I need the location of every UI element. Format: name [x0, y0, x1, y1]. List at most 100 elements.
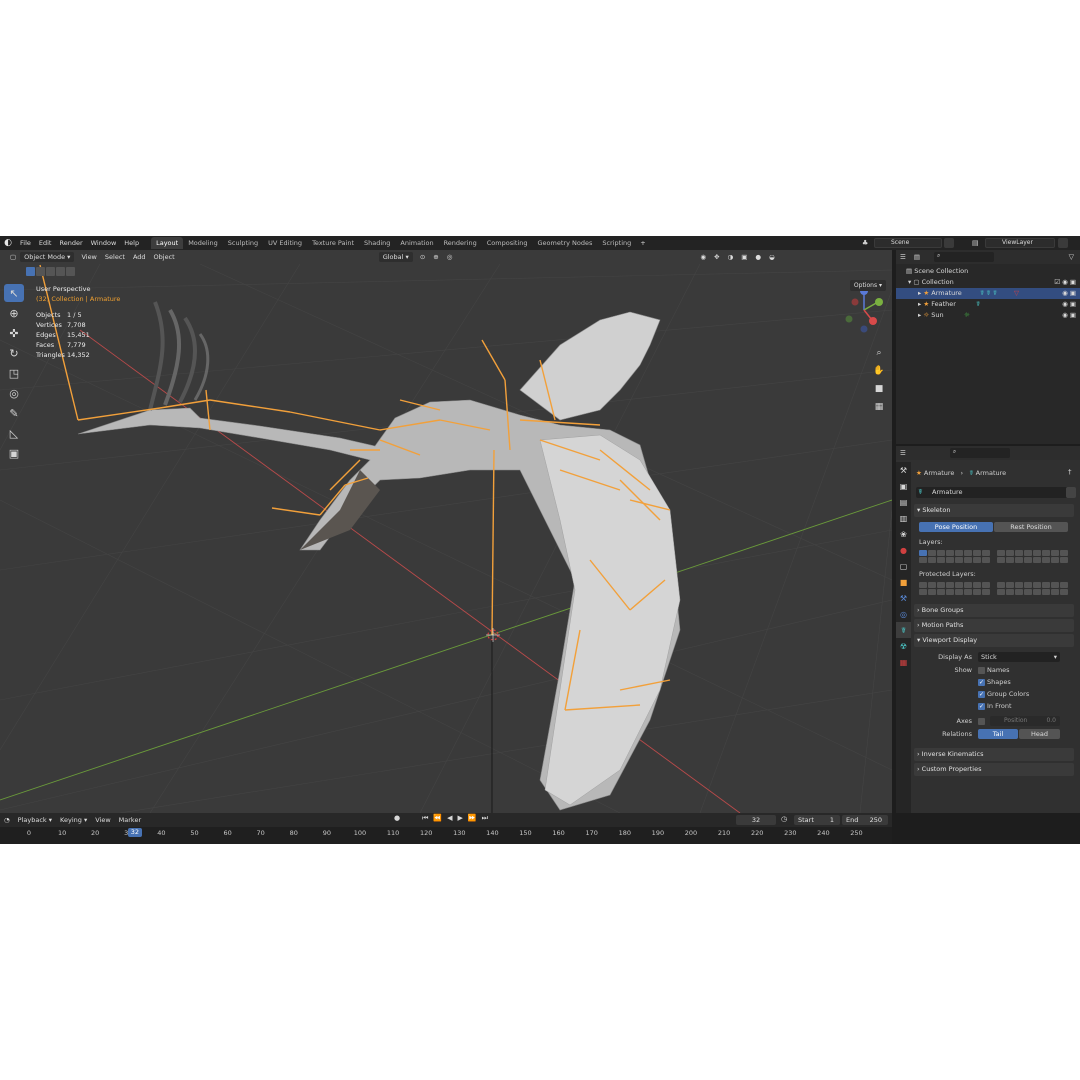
cursor-tool-icon[interactable]: ⊕ [4, 304, 24, 322]
menu-edit[interactable]: Edit [35, 236, 56, 250]
view-layer-selector[interactable]: ViewLayer [985, 238, 1055, 248]
custom-properties-panel-header[interactable]: › Custom Properties [914, 763, 1074, 776]
overlays-icon[interactable]: ◑ [724, 253, 738, 261]
outliner-item-armature[interactable]: ▸ ★ Armature ☤ ☤ ☤ ▽ ◉ ▣ [896, 288, 1080, 299]
render-tab-icon[interactable]: ▣ [896, 478, 911, 494]
play-reverse-icon[interactable]: ◀ [447, 814, 452, 823]
bone-tab-icon[interactable]: ☢ [896, 638, 911, 654]
tab-compositing[interactable]: Compositing [482, 237, 533, 249]
menu-add[interactable]: Add [129, 253, 150, 261]
outliner-scene-collection[interactable]: ▤ Scene Collection [896, 266, 1080, 277]
menu-help[interactable]: Help [120, 236, 143, 250]
current-frame-field[interactable]: 32 [736, 815, 776, 825]
jump-end-icon[interactable]: ⏭ [482, 814, 488, 823]
play-icon[interactable]: ▶ [458, 814, 463, 823]
outliner-editor-icon[interactable]: ☰ [896, 253, 910, 261]
shapes-checkbox[interactable]: ✓ [978, 679, 985, 686]
stopwatch-icon[interactable]: ◷ [781, 815, 787, 823]
xray-icon[interactable]: ▣ [737, 253, 751, 261]
orientation-dropdown[interactable]: Global ▾ [378, 252, 413, 262]
tab-geometry-nodes[interactable]: Geometry Nodes [533, 237, 598, 249]
viewport-display-panel-header[interactable]: ▾ Viewport Display [914, 634, 1074, 647]
proportional-edit-icon[interactable]: ◎ [443, 253, 457, 261]
add-workspace-icon[interactable]: + [636, 236, 649, 250]
tab-texture-paint[interactable]: Texture Paint [307, 237, 359, 249]
measure-tool-icon[interactable]: ◺ [4, 424, 24, 442]
output-tab-icon[interactable]: ▤ [896, 494, 911, 510]
filter-icon[interactable]: ▽ [1069, 253, 1080, 261]
menu-render[interactable]: Render [55, 236, 86, 250]
navigation-gizmo[interactable] [845, 287, 884, 333]
select-intersect-icon[interactable] [66, 267, 75, 276]
properties-editor-icon[interactable]: ☰ [896, 449, 910, 457]
outliner-item-sun[interactable]: ▸ ☼ Sun ☼ ◉ ▣ [896, 310, 1080, 321]
rest-position-button[interactable]: Rest Position [994, 522, 1068, 532]
pivot-icon[interactable]: ⊙ [416, 253, 429, 261]
armature-data-tab-icon[interactable]: ☤ [896, 622, 911, 638]
annotate-tool-icon[interactable]: ✎ [4, 404, 24, 422]
protected-layers-grid-right[interactable] [997, 582, 1068, 595]
add-cube-tool-icon[interactable]: ▣ [4, 444, 24, 462]
names-checkbox[interactable] [978, 667, 985, 674]
menu-select[interactable]: Select [101, 253, 129, 261]
protected-layers-grid-left[interactable] [919, 582, 990, 595]
tab-scripting[interactable]: Scripting [597, 237, 636, 249]
texture-tab-icon[interactable]: ▦ [896, 654, 911, 670]
group-colors-checkbox[interactable]: ✓ [978, 691, 985, 698]
in-front-checkbox[interactable]: ✓ [978, 703, 985, 710]
collection-tab-icon[interactable]: ▢ [896, 558, 911, 574]
sun-visibility-icons[interactable]: ◉ ▣ [1062, 310, 1076, 321]
feather-visibility-icons[interactable]: ◉ ▣ [1062, 299, 1076, 310]
physics-tab-icon[interactable]: ◎ [896, 606, 911, 622]
axes-position-field[interactable]: Position 0.0 [990, 716, 1060, 726]
tab-layout[interactable]: Layout [151, 237, 184, 249]
tab-modeling[interactable]: Modeling [183, 237, 223, 249]
relations-tail-button[interactable]: Tail [978, 729, 1018, 739]
timeline-editor-icon[interactable]: ◔ [0, 816, 14, 824]
timeline-ruler[interactable]: 0102030405060708090100110120130140150160… [0, 827, 892, 844]
mode-dropdown[interactable]: Object Mode ▾ [20, 252, 75, 262]
tab-shading[interactable]: Shading [359, 237, 395, 249]
menu-window[interactable]: Window [87, 236, 121, 250]
options-dropdown[interactable]: Options ▾ [849, 280, 886, 291]
relations-head-button[interactable]: Head [1019, 729, 1060, 739]
armature-data-name-field[interactable]: Armature [916, 487, 1068, 498]
transform-tool-icon[interactable]: ◎ [4, 384, 24, 402]
new-scene-icon[interactable] [944, 238, 954, 248]
snap-icon[interactable]: ⊕ [429, 253, 442, 261]
prev-keyframe-icon[interactable]: ⏪ [433, 814, 442, 823]
shading-solid-icon[interactable]: ● [751, 253, 765, 261]
outliner-collection[interactable]: ▾ ▢ Collection ☑ ◉ ▣ [896, 277, 1080, 288]
menu-timeline-view[interactable]: View [91, 816, 114, 824]
tab-sculpting[interactable]: Sculpting [223, 237, 263, 249]
zoom-icon[interactable]: ⌕ [872, 346, 886, 360]
select-subtract-icon[interactable] [46, 267, 55, 276]
record-icon[interactable]: ● [394, 814, 400, 823]
menu-view[interactable]: View [77, 253, 100, 261]
world-tab-icon[interactable]: ● [896, 542, 911, 558]
motion-paths-panel-header[interactable]: › Motion Paths [914, 619, 1074, 632]
pan-hand-icon[interactable]: ✋ [872, 364, 886, 378]
fake-user-icon[interactable] [1066, 487, 1076, 498]
collection-visibility-icons[interactable]: ☑ ◉ ▣ [1054, 277, 1076, 288]
next-keyframe-icon[interactable]: ⏩ [468, 814, 477, 823]
skeleton-panel-header[interactable]: ▾ Skeleton [914, 504, 1074, 517]
scale-tool-icon[interactable]: ◳ [4, 364, 24, 382]
scene-tab-icon[interactable]: ❀ [896, 526, 911, 542]
bone-layers-grid-left[interactable] [919, 550, 990, 563]
editor-type-icon[interactable]: ▢ [6, 253, 20, 261]
scene-selector[interactable]: Scene [874, 238, 942, 248]
blender-logo-icon[interactable]: ◐ [0, 236, 16, 250]
select-extend-icon[interactable] [36, 267, 45, 276]
menu-playback[interactable]: Playback ▾ [14, 816, 56, 824]
camera-icon[interactable]: ■ [872, 382, 886, 396]
select-new-icon[interactable] [26, 267, 35, 276]
start-frame-field[interactable]: Start 1 [794, 815, 840, 825]
menu-keying[interactable]: Keying ▾ [56, 816, 91, 824]
pin-icon[interactable]: † [1068, 468, 1072, 476]
menu-marker[interactable]: Marker [115, 816, 145, 824]
axes-checkbox[interactable] [978, 718, 985, 725]
move-tool-icon[interactable]: ✜ [4, 324, 24, 342]
bone-layers-grid-right[interactable] [997, 550, 1068, 563]
jump-start-icon[interactable]: ⏮ [422, 814, 428, 823]
